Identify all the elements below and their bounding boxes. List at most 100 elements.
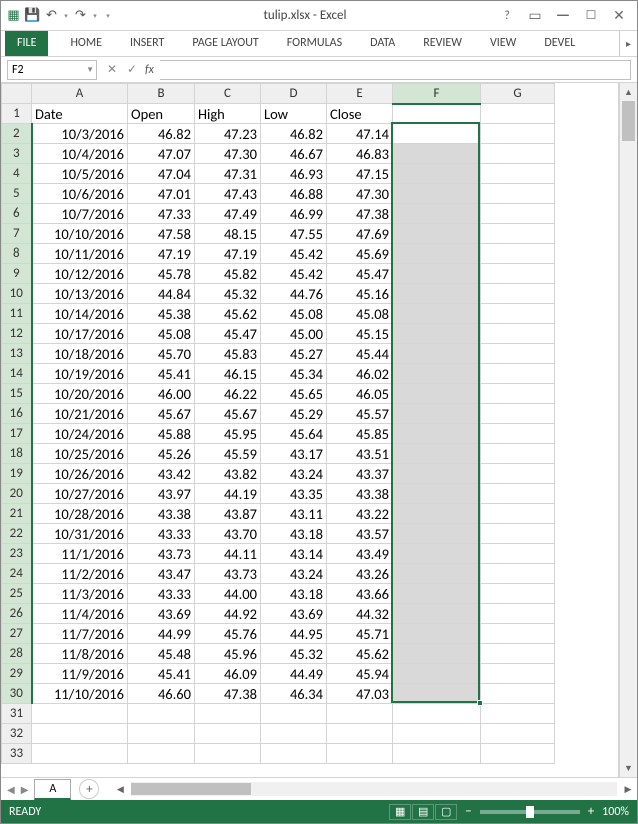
cell[interactable]: 43.26: [327, 564, 393, 584]
cell[interactable]: [393, 204, 481, 224]
cell[interactable]: 47.01: [128, 184, 195, 204]
sheet-tab-a[interactable]: A: [34, 779, 71, 800]
col-header-c[interactable]: C: [195, 84, 261, 104]
cell[interactable]: 45.47: [195, 324, 261, 344]
cell[interactable]: 43.33: [128, 584, 195, 604]
cell[interactable]: 11/1/2016: [32, 544, 128, 564]
cell[interactable]: 45.41: [128, 664, 195, 684]
cell[interactable]: [393, 584, 481, 604]
cell[interactable]: 43.57: [327, 524, 393, 544]
add-sheet-button[interactable]: +: [79, 779, 99, 799]
cell[interactable]: Date: [32, 104, 128, 124]
cell[interactable]: 47.30: [327, 184, 393, 204]
cell[interactable]: 45.15: [327, 324, 393, 344]
cell[interactable]: [481, 644, 555, 664]
cell[interactable]: 43.73: [128, 544, 195, 564]
cell[interactable]: [481, 164, 555, 184]
col-header-b[interactable]: B: [128, 84, 195, 104]
cell[interactable]: 45.65: [261, 384, 327, 404]
cell[interactable]: [481, 484, 555, 504]
cell[interactable]: 10/19/2016: [32, 364, 128, 384]
cell[interactable]: [393, 524, 481, 544]
redo-dropdown[interactable]: ▾: [91, 11, 99, 20]
cell[interactable]: 10/17/2016: [32, 324, 128, 344]
cell[interactable]: 46.05: [327, 384, 393, 404]
cell[interactable]: 10/13/2016: [32, 284, 128, 304]
select-all-corner[interactable]: [2, 84, 32, 104]
cell[interactable]: [393, 404, 481, 424]
cell[interactable]: 43.87: [195, 504, 261, 524]
cell[interactable]: [393, 744, 481, 764]
cell[interactable]: 48.15: [195, 224, 261, 244]
cell[interactable]: 11/3/2016: [32, 584, 128, 604]
scroll-track[interactable]: [620, 101, 637, 759]
row-header[interactable]: 17: [2, 424, 32, 444]
cell[interactable]: [481, 204, 555, 224]
cell[interactable]: 45.96: [195, 644, 261, 664]
cell[interactable]: 47.31: [195, 164, 261, 184]
cell[interactable]: 43.49: [327, 544, 393, 564]
cell[interactable]: 45.70: [128, 344, 195, 364]
cell[interactable]: 45.83: [195, 344, 261, 364]
cell[interactable]: 11/10/2016: [32, 684, 128, 704]
cell[interactable]: 11/4/2016: [32, 604, 128, 624]
cell[interactable]: [393, 364, 481, 384]
row-header[interactable]: 24: [2, 564, 32, 584]
cell[interactable]: 10/12/2016: [32, 264, 128, 284]
row-header[interactable]: 12: [2, 324, 32, 344]
cell[interactable]: [481, 404, 555, 424]
cell[interactable]: [393, 484, 481, 504]
cell[interactable]: [481, 144, 555, 164]
cell[interactable]: [393, 324, 481, 344]
cell[interactable]: 10/18/2016: [32, 344, 128, 364]
cell[interactable]: [481, 584, 555, 604]
row-header[interactable]: 2: [2, 124, 32, 144]
scroll-right-icon[interactable]: ▶: [619, 784, 637, 795]
row-header[interactable]: 26: [2, 604, 32, 624]
cell[interactable]: 45.94: [327, 664, 393, 684]
cell[interactable]: 46.34: [261, 684, 327, 704]
cell[interactable]: 47.30: [195, 144, 261, 164]
cell[interactable]: [393, 664, 481, 684]
cell[interactable]: 47.23: [195, 124, 261, 144]
cell[interactable]: 45.76: [195, 624, 261, 644]
cell[interactable]: [393, 304, 481, 324]
ribbon-scroll-icon[interactable]: ▸: [619, 31, 637, 56]
cell[interactable]: [481, 604, 555, 624]
cell[interactable]: 43.70: [195, 524, 261, 544]
cell[interactable]: [128, 744, 195, 764]
cell[interactable]: 44.76: [261, 284, 327, 304]
cell[interactable]: 43.42: [128, 464, 195, 484]
cell[interactable]: 43.97: [128, 484, 195, 504]
cancel-formula-icon[interactable]: ✕: [103, 62, 121, 77]
row-header[interactable]: 22: [2, 524, 32, 544]
zoom-in-button[interactable]: +: [588, 804, 594, 819]
cell[interactable]: [393, 564, 481, 584]
cell[interactable]: 10/25/2016: [32, 444, 128, 464]
fill-handle[interactable]: [477, 700, 483, 706]
cell[interactable]: 45.29: [261, 404, 327, 424]
cell[interactable]: 44.19: [195, 484, 261, 504]
cell[interactable]: [393, 244, 481, 264]
cell[interactable]: 47.04: [128, 164, 195, 184]
cell[interactable]: 46.60: [128, 684, 195, 704]
cell[interactable]: [393, 684, 481, 704]
zoom-out-button[interactable]: −: [465, 804, 471, 819]
cell[interactable]: 10/28/2016: [32, 504, 128, 524]
cell[interactable]: 43.37: [327, 464, 393, 484]
cell[interactable]: 46.88: [261, 184, 327, 204]
cell[interactable]: 47.19: [128, 244, 195, 264]
view-page-break-icon[interactable]: ▢: [435, 804, 457, 820]
cell[interactable]: 45.88: [128, 424, 195, 444]
row-header[interactable]: 3: [2, 144, 32, 164]
row-header[interactable]: 16: [2, 404, 32, 424]
ribbon-display-icon[interactable]: ▭: [523, 6, 547, 26]
cell[interactable]: [481, 684, 555, 704]
cell[interactable]: 45.08: [261, 304, 327, 324]
cell[interactable]: 45.42: [261, 264, 327, 284]
cell[interactable]: 47.15: [327, 164, 393, 184]
col-header-a[interactable]: A: [32, 84, 128, 104]
cell[interactable]: 45.71: [327, 624, 393, 644]
cell[interactable]: 46.09: [195, 664, 261, 684]
cell[interactable]: 43.17: [261, 444, 327, 464]
